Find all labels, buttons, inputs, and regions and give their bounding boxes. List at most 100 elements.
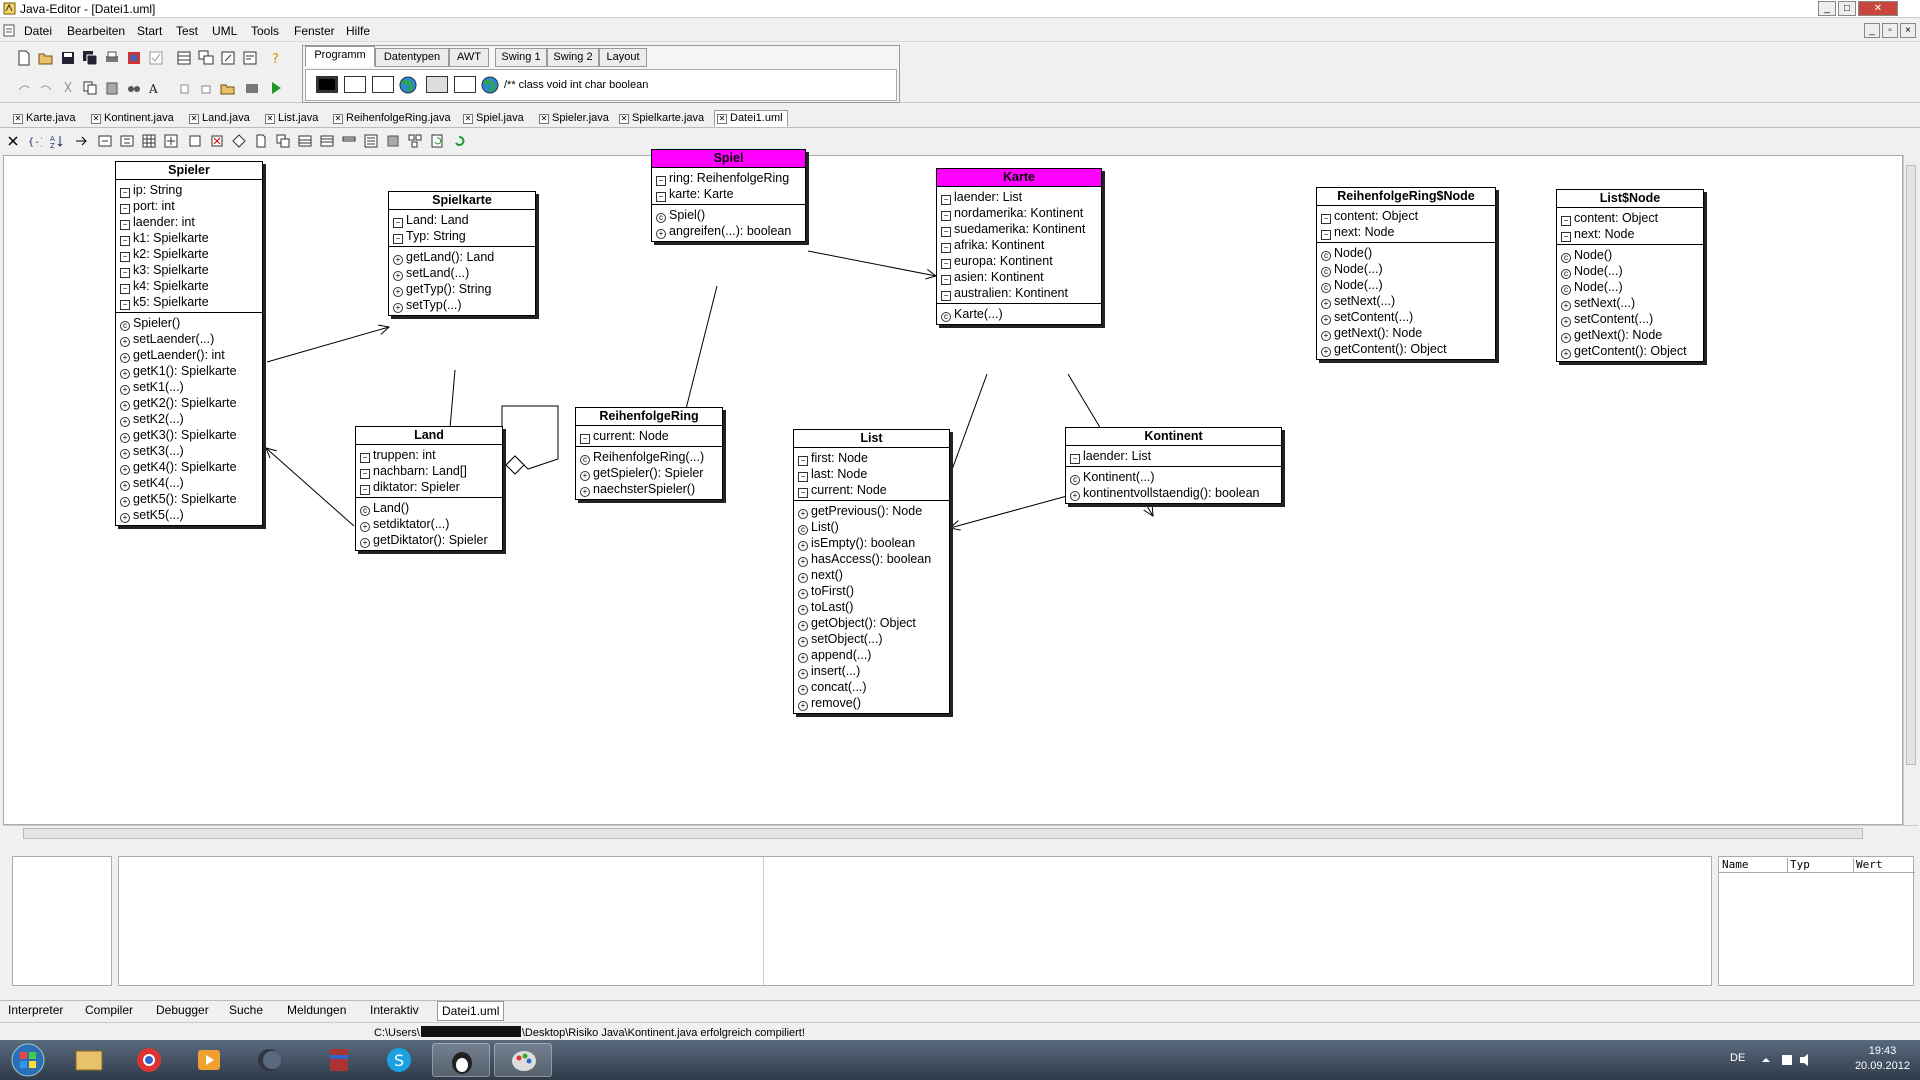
file-tab-list[interactable]: ✕ List.java — [262, 110, 324, 127]
table-icon[interactable] — [298, 134, 312, 148]
attribute-row[interactable]: − k3: Spielkarte — [116, 262, 262, 278]
tab-compiler[interactable]: Compiler — [85, 1003, 133, 1017]
method-row[interactable]: + setdiktator(...) — [356, 516, 502, 532]
close-tab-icon[interactable]: ✕ — [333, 114, 343, 124]
file-tab-reihenfolgering[interactable]: ✕ ReihenfolgeRing.java — [330, 110, 454, 127]
method-row[interactable]: + getNext(): Node — [1317, 325, 1495, 341]
menu-tools[interactable]: Tools — [251, 24, 279, 38]
open-folder-icon[interactable] — [38, 50, 54, 66]
scroll-thumb[interactable] — [1906, 165, 1916, 765]
redo-icon[interactable] — [16, 80, 32, 96]
grid-icon[interactable] — [142, 134, 156, 148]
uml-diagram-canvas[interactable]: Spieler − ip: String − port: int − laender: in… — [3, 149, 1903, 825]
method-row[interactable]: + setLand(...) — [389, 265, 535, 281]
attribute-row[interactable]: − asien: Kontinent — [937, 269, 1101, 285]
class-spiel[interactable]: Spiel − ring: ReihenfolgeRing − karte: Karte… — [651, 149, 806, 242]
close-diagram-icon[interactable] — [6, 134, 20, 148]
gray-box-icon[interactable] — [386, 134, 400, 148]
list-box-icon[interactable] — [364, 134, 378, 148]
collapse-icon[interactable] — [98, 134, 112, 148]
collapse-all-icon[interactable] — [120, 134, 134, 148]
run-icon[interactable] — [268, 80, 284, 96]
save-icon[interactable] — [60, 50, 76, 66]
method-row[interactable]: c ReihenfolgeRing(...) — [576, 449, 722, 465]
class-list[interactable]: List − first: Node − last: Node − current: Nod… — [793, 429, 950, 714]
close-tab-icon[interactable]: ✕ — [91, 114, 101, 124]
skype-taskbar-icon[interactable]: S — [370, 1043, 428, 1077]
watch-col-typ[interactable]: Typ — [1787, 858, 1810, 873]
class-reihenfolgering-node[interactable]: ReihenfolgeRing$Node − content: Object − nex… — [1316, 187, 1496, 360]
sort-az-icon[interactable]: AZ — [50, 134, 64, 148]
attribute-row[interactable]: − Typ: String — [389, 228, 535, 244]
attribute-row[interactable]: − content: Object — [1317, 208, 1495, 224]
keyboard-language[interactable]: DE — [1730, 1052, 1745, 1064]
class-kontinent[interactable]: Kontinent − laender: List c Kontinent(...) + k… — [1065, 427, 1282, 504]
method-row[interactable]: + setK3(...) — [116, 443, 262, 459]
output-area[interactable] — [118, 856, 1712, 986]
method-row[interactable]: + remove() — [794, 695, 949, 711]
file-tab-land[interactable]: ✕ Land.java — [186, 110, 256, 127]
diamond-icon[interactable] — [232, 134, 246, 148]
method-row[interactable]: + insert(...) — [794, 663, 949, 679]
menu-test[interactable]: Test — [176, 24, 198, 38]
menu-uml[interactable]: UML — [212, 24, 237, 38]
cut-icon[interactable] — [60, 80, 76, 96]
method-row[interactable]: + getDiktator(): Spieler — [356, 532, 502, 548]
frame-icon[interactable] — [344, 76, 366, 93]
method-row[interactable]: + getK4(): Spielkarte — [116, 459, 262, 475]
close-tab-icon[interactable]: ✕ — [539, 114, 549, 124]
method-row[interactable]: + getK1(): Spielkarte — [116, 363, 262, 379]
class-land[interactable]: Land − truppen: int − nachbarn: Land[] − dikta… — [355, 426, 503, 551]
open-project-icon[interactable] — [220, 80, 236, 96]
tab-layout[interactable]: Layout — [599, 48, 647, 67]
class-karte[interactable]: Karte − laender: List − nordamerika: Kontine… — [936, 168, 1102, 325]
method-row[interactable]: + concat(...) — [794, 679, 949, 695]
menu-start[interactable]: Start — [137, 24, 162, 38]
delete-class-icon[interactable] — [210, 134, 224, 148]
method-row[interactable]: + getObject(): Object — [794, 615, 949, 631]
unindent-icon[interactable] — [198, 80, 214, 96]
method-row[interactable]: + setContent(...) — [1317, 309, 1495, 325]
media-player-taskbar-icon[interactable] — [180, 1043, 238, 1077]
attribute-row[interactable]: − karte: Karte — [652, 186, 805, 202]
method-row[interactable]: + next() — [794, 567, 949, 583]
method-row[interactable]: + isEmpty(): boolean — [794, 535, 949, 551]
tab-swing2[interactable]: Swing 2 — [547, 48, 599, 67]
attribute-row[interactable]: − next: Node — [1317, 224, 1495, 240]
attribute-row[interactable]: − truppen: int — [356, 447, 502, 463]
attribute-row[interactable]: − next: Node — [1557, 226, 1703, 242]
method-row[interactable]: + getK5(): Spielkarte — [116, 491, 262, 507]
explorer-taskbar-icon[interactable] — [60, 1043, 118, 1077]
print-icon[interactable] — [104, 50, 120, 66]
close-button[interactable]: ✕ — [1858, 1, 1898, 16]
winrar-taskbar-icon[interactable] — [310, 1043, 368, 1077]
method-row[interactable]: + getPrevious(): Node — [794, 503, 949, 519]
attribute-row[interactable]: − europa: Kontinent — [937, 253, 1101, 269]
method-row[interactable]: c Node(...) — [1317, 277, 1495, 293]
attribute-row[interactable]: − australien: Kontinent — [937, 285, 1101, 301]
method-row[interactable]: c Spiel() — [652, 207, 805, 223]
class-spielkarte[interactable]: Spielkarte − Land: Land − Typ: String + getLan… — [388, 191, 536, 316]
close-tab-icon[interactable]: ✕ — [717, 114, 727, 124]
class-box-icon[interactable] — [188, 134, 202, 148]
watch-table[interactable]: Name Typ Wert — [1718, 856, 1915, 986]
file-tab-spieler[interactable]: ✕ Spieler.java — [536, 110, 610, 127]
applet-globe-icon[interactable] — [398, 75, 418, 95]
menu-hilfe[interactable]: Hilfe — [346, 24, 370, 38]
line-icon[interactable] — [342, 134, 356, 148]
windows-icon[interactable] — [198, 50, 214, 66]
attribute-row[interactable]: − k1: Spielkarte — [116, 230, 262, 246]
refresh-icon[interactable] — [452, 134, 466, 148]
method-row[interactable]: c Node() — [1317, 245, 1495, 261]
dialog-icon[interactable] — [372, 76, 394, 93]
new-file-icon[interactable] — [16, 50, 32, 66]
project-icon[interactable] — [126, 50, 142, 66]
method-row[interactable]: + getLand(): Land — [389, 249, 535, 265]
keyword-shortcuts[interactable]: /** class void int char boolean — [504, 79, 648, 91]
attribute-row[interactable]: − k2: Spielkarte — [116, 246, 262, 262]
class-reihenfolgering[interactable]: ReihenfolgeRing − current: Node c Reihenfolg… — [575, 407, 723, 500]
method-row[interactable]: + getSpieler(): Spieler — [576, 465, 722, 481]
attribute-row[interactable]: − nordamerika: Kontinent — [937, 205, 1101, 221]
tray-icons[interactable] — [1760, 1052, 1820, 1068]
compile-icon[interactable] — [242, 50, 258, 66]
